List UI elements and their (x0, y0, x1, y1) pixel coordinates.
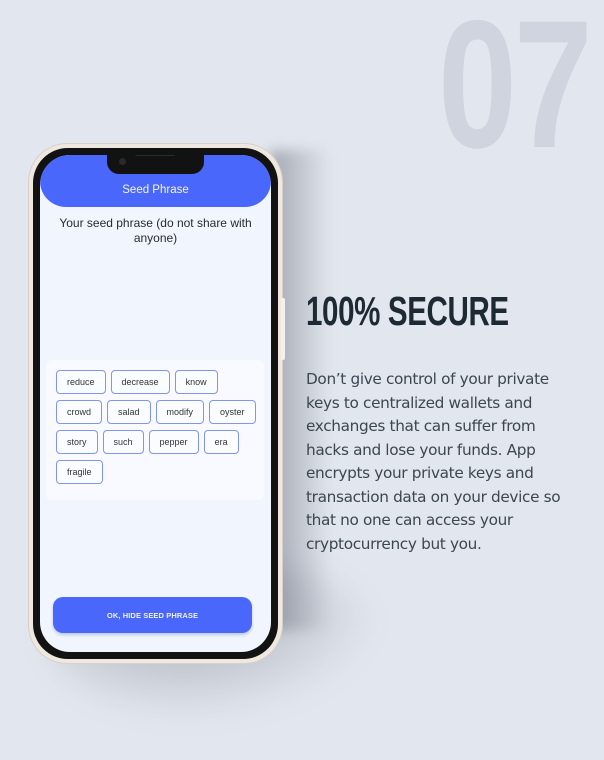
seed-word-chip[interactable]: modify (155, 400, 205, 424)
seed-word-chip[interactable]: decrease (110, 370, 170, 394)
speaker-grille (135, 155, 175, 156)
seed-word-chip[interactable]: know (174, 370, 218, 394)
phone-screen: Seed Phrase Your seed phrase (do not sha… (40, 155, 271, 652)
seed-words-list: reduce decrease know crowd salad modify oyster… (56, 370, 266, 484)
seed-word-chip[interactable]: crowd (56, 400, 103, 424)
phone-notch (107, 155, 204, 174)
phone-mockup: Seed Phrase Your seed phrase (do not sha… (29, 144, 282, 663)
seed-phrase-warning: Your seed phrase (do not share with anyo… (59, 216, 252, 245)
seed-word-chip[interactable]: fragile (56, 460, 103, 484)
feature-heading: 100% SECURE (306, 288, 509, 334)
slide-number: 07 (438, 0, 593, 186)
seed-word-chip[interactable]: oyster (209, 400, 256, 424)
phone-side-button (281, 298, 285, 360)
seed-word-chip[interactable]: story (56, 430, 98, 454)
seed-word-chip[interactable]: era (203, 430, 239, 454)
hide-seed-phrase-button[interactable]: OK, HIDE SEED PHRASE (53, 597, 252, 633)
seed-word-chip[interactable]: salad (107, 400, 151, 424)
seed-word-chip[interactable]: reduce (56, 370, 106, 394)
feature-description: Don’t give control of your private keys … (306, 370, 561, 553)
app-title: Seed Phrase (122, 184, 189, 196)
seed-word-chip[interactable]: pepper (148, 430, 199, 454)
seed-word-chip[interactable]: such (102, 430, 144, 454)
seed-words-card: reduce decrease know crowd salad modify oyster… (46, 360, 264, 500)
camera-icon (119, 158, 126, 165)
